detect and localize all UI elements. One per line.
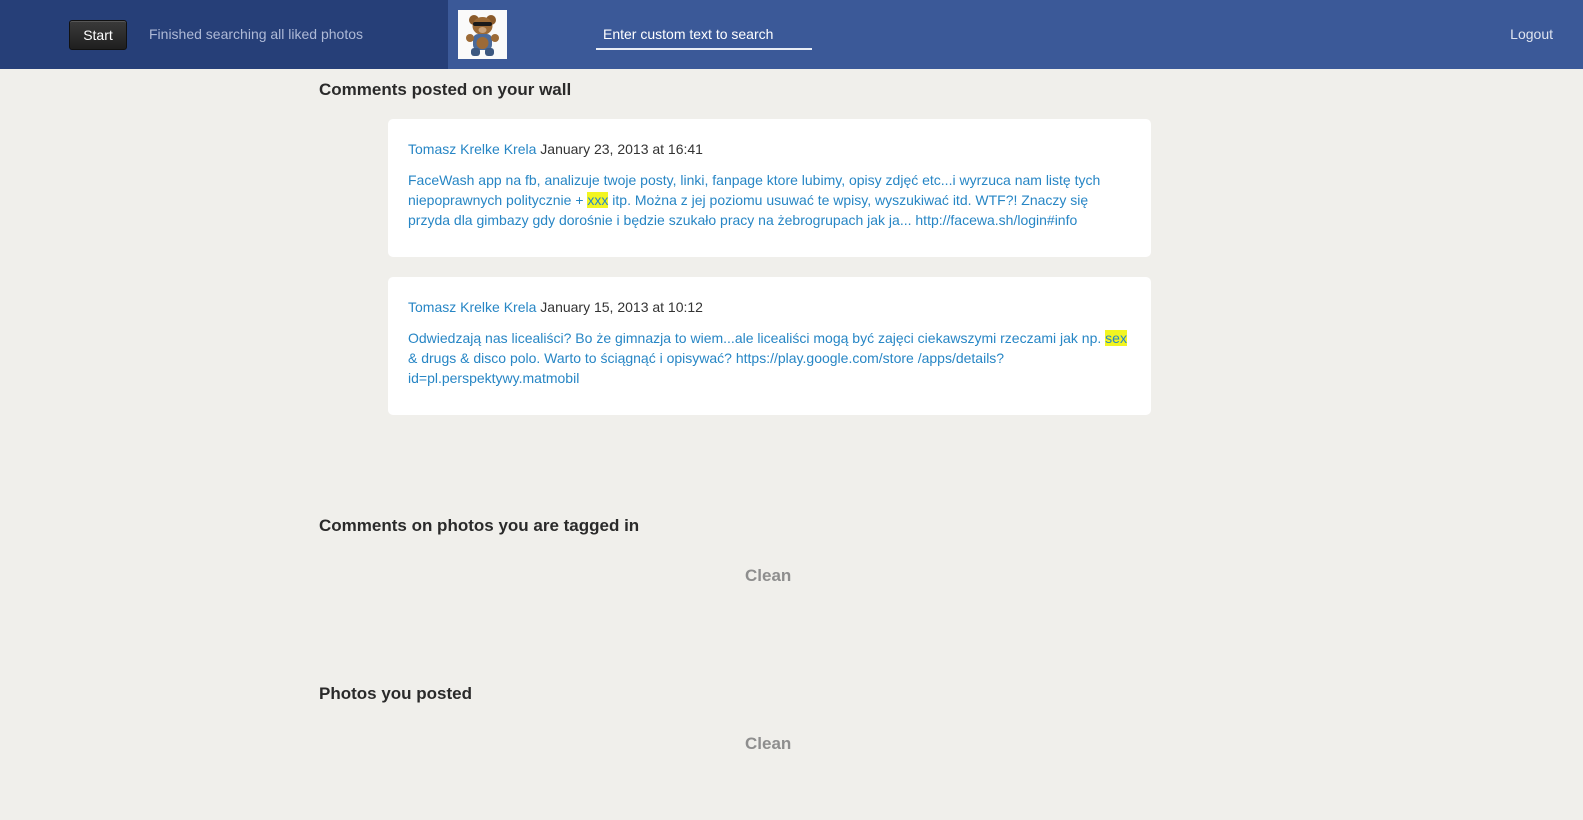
section-title-posted: Photos you posted: [319, 684, 472, 703]
section-title-wall: Comments posted on your wall: [319, 80, 572, 99]
comment-author-link[interactable]: Tomasz Krelke Krela: [408, 299, 536, 315]
start-button[interactable]: Start: [69, 20, 127, 50]
flagged-word-highlight: sex: [1105, 330, 1127, 346]
comment-text: FaceWash app na fb, analizuje twoje post…: [408, 170, 1131, 230]
comment-text: Odwiedzają nas licealiści? Bo że gimnazj…: [408, 328, 1131, 388]
comment-card: Tomasz Krelke Krela January 23, 2013 at …: [388, 119, 1151, 257]
search-field[interactable]: [596, 22, 812, 50]
top-bar: Start Finished searching all liked photo…: [0, 0, 1583, 69]
avatar[interactable]: [458, 10, 507, 59]
comment-author-link[interactable]: Tomasz Krelke Krela: [408, 141, 536, 157]
search-input[interactable]: [596, 22, 812, 46]
teddy-bear-avatar-icon: [458, 10, 507, 59]
comment-text-before: Odwiedzają nas licealiści? Bo że gimnazj…: [408, 330, 1106, 346]
clean-status-posted: Clean: [745, 734, 792, 753]
comment-card: Tomasz Krelke Krela January 15, 2013 at …: [388, 277, 1151, 415]
top-bar-left-panel: Start Finished searching all liked photo…: [0, 0, 448, 69]
comment-date: January 15, 2013 at 10:12: [540, 299, 703, 315]
comment-date: January 23, 2013 at 16:41: [540, 141, 703, 157]
comment-header: Tomasz Krelke Krela January 23, 2013 at …: [408, 141, 1131, 157]
flagged-word-highlight: xxx: [587, 192, 609, 208]
status-text: Finished searching all liked photos: [149, 26, 364, 42]
comment-header: Tomasz Krelke Krela January 15, 2013 at …: [408, 299, 1131, 315]
section-title-tagged: Comments on photos you are tagged in: [319, 516, 640, 535]
logout-link[interactable]: Logout: [1510, 26, 1553, 42]
comment-text-after: & drugs & disco polo. Warto to ściągnąć …: [408, 350, 1005, 386]
clean-status-tagged: Clean: [745, 566, 792, 585]
